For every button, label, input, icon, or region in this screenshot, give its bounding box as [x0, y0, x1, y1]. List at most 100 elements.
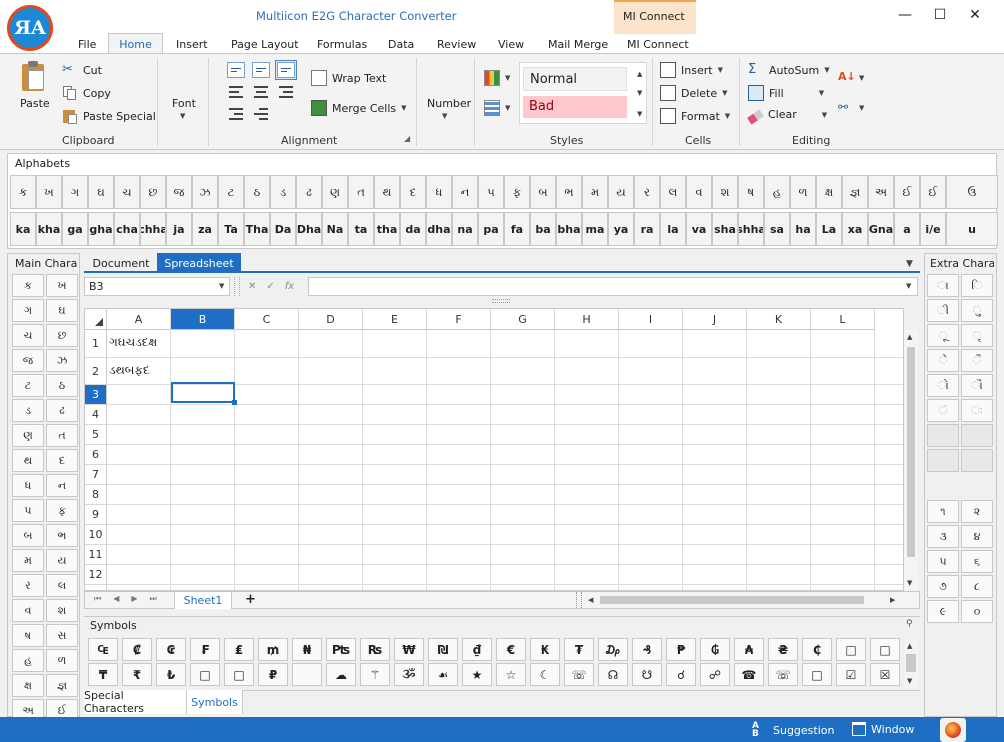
symbol-button[interactable]: ₩ [394, 638, 424, 661]
symbol-button[interactable]: ₥ [258, 638, 288, 661]
symbols-scroll-thumb[interactable] [906, 654, 916, 672]
alphabet-transliteration-button[interactable]: ja [166, 212, 192, 246]
main-character-button[interactable]: છ [46, 324, 78, 347]
alphabet-letter-button[interactable]: ડ [270, 175, 296, 209]
paste-special-button[interactable]: Paste Special [62, 108, 156, 124]
symbol-button[interactable]: □ [870, 638, 900, 661]
symbol-button[interactable]: □ [190, 663, 220, 686]
name-box[interactable]: B3 [84, 277, 230, 296]
extra-character-button[interactable]: ૫ [927, 550, 959, 573]
alphabet-letter-button[interactable]: દ [400, 175, 426, 209]
column-header[interactable]: G [491, 309, 555, 330]
name-box-dropdown-icon[interactable]: ▼ [219, 282, 224, 290]
cell-a1[interactable]: ગઘચડદક્ષ [109, 335, 157, 350]
alphabet-letter-button[interactable]: વ [686, 175, 712, 209]
alphabet-letter-button[interactable]: મ [582, 175, 608, 209]
main-character-button[interactable]: ર [12, 574, 44, 597]
insert-cells-button[interactable]: Insert ▼ [660, 62, 723, 78]
column-header[interactable]: I [619, 309, 683, 330]
maximize-button[interactable]: ☐ [925, 0, 955, 30]
alphabet-letter-button[interactable]: જ્ઞ [842, 175, 868, 209]
cut-button[interactable]: ✂ Cut [62, 62, 102, 78]
tab-symbols[interactable]: Symbols [187, 690, 243, 714]
symbol-button[interactable]: ₴ [768, 638, 798, 661]
main-character-button[interactable]: ળ [46, 649, 78, 672]
minimize-button[interactable]: — [890, 0, 920, 30]
app-logo-icon[interactable]: ЯA [7, 5, 53, 51]
styles-scroll-down-icon[interactable]: ▼ [637, 89, 642, 97]
row-header[interactable]: 12 [85, 565, 107, 585]
alphabet-transliteration-button[interactable]: gha [88, 212, 114, 246]
symbol-button[interactable]: □ [802, 663, 832, 686]
main-character-button[interactable]: જ્ઞ [46, 674, 78, 697]
symbol-button[interactable]: ★ [462, 663, 492, 686]
extra-character-button[interactable]: ૭ [927, 575, 959, 598]
symbol-button[interactable]: ₭ [530, 638, 560, 661]
symbol-button[interactable]: ₮ [564, 638, 594, 661]
main-character-button[interactable]: ઘ [46, 299, 78, 322]
align-center-button[interactable] [250, 82, 272, 102]
extra-character-button[interactable]: ૨ [961, 500, 993, 523]
alphabet-transliteration-button[interactable]: ya [608, 212, 634, 246]
formula-bar-splitter[interactable] [234, 277, 240, 296]
symbol-button[interactable]: ☋ [632, 663, 662, 686]
alphabet-transliteration-button[interactable]: sa [764, 212, 790, 246]
suggestion-button[interactable]: AB Suggestion [752, 722, 835, 739]
symbol-button[interactable]: ☾ [530, 663, 560, 686]
main-character-button[interactable]: ક્ષ [12, 674, 44, 697]
tab-review[interactable]: Review [437, 38, 476, 51]
main-character-button[interactable]: જ [12, 349, 44, 372]
symbol-button[interactable]: ☌ [666, 663, 696, 686]
number-dropdown-icon[interactable]: ▼ [442, 112, 447, 120]
extra-character-button[interactable]: ૪ [961, 525, 993, 548]
window-button[interactable]: Window [852, 722, 914, 736]
font-button[interactable]: Font [172, 97, 196, 110]
alphabet-transliteration-button[interactable]: la [660, 212, 686, 246]
symbol-button[interactable]: ₵ [802, 638, 832, 661]
conditional-formatting-button[interactable]: ▼ [484, 70, 510, 86]
extra-character-button[interactable]: ૧ [927, 500, 959, 523]
alphabet-letter-button[interactable]: ય [608, 175, 634, 209]
main-character-button[interactable]: ખ [46, 274, 78, 297]
alphabet-letter-button[interactable]: ળ [790, 175, 816, 209]
alphabet-transliteration-button[interactable]: bha [556, 212, 582, 246]
alignment-dialog-launcher-icon[interactable]: ◢ [404, 134, 410, 143]
symbol-button[interactable]: ₯ [598, 638, 628, 661]
alphabet-transliteration-button[interactable]: ta [348, 212, 374, 246]
styles-more-icon[interactable]: ▼ [637, 110, 642, 118]
extra-character-blank[interactable] [927, 449, 959, 472]
scroll-down-icon[interactable]: ▼ [907, 579, 912, 587]
extra-character-button[interactable]: ે [927, 349, 959, 372]
tab-home[interactable]: Home [108, 33, 163, 55]
row-header[interactable]: 8 [85, 485, 107, 505]
select-all-corner[interactable] [85, 309, 107, 330]
symbol-button[interactable]: ☙ [428, 663, 458, 686]
main-character-button[interactable]: ષ [12, 624, 44, 647]
font-dropdown-icon[interactable]: ▼ [180, 112, 185, 120]
alphabet-letter-button[interactable]: ઘ [88, 175, 114, 209]
scroll-up-icon[interactable]: ▲ [907, 333, 912, 341]
find-select-button[interactable]: ⚯ ▼ [838, 100, 864, 116]
alphabet-letter-button[interactable]: હ [764, 175, 790, 209]
main-character-button[interactable]: ફ [46, 499, 78, 522]
row-header[interactable]: 3 [85, 385, 107, 405]
extra-character-button[interactable]: ૬ [961, 550, 993, 573]
formula-bar-resize-handle[interactable] [492, 299, 510, 303]
symbol-button[interactable]: ૐ [394, 663, 424, 686]
column-header[interactable]: L [811, 309, 875, 330]
symbol-button[interactable]: ☏ [564, 663, 594, 686]
alphabet-transliteration-button[interactable]: chha [140, 212, 166, 246]
alphabet-letter-button[interactable]: ફ [504, 175, 530, 209]
scroll-right-icon[interactable]: ▶ [890, 596, 895, 604]
align-right-button[interactable] [275, 82, 297, 102]
main-character-button[interactable]: પ [12, 499, 44, 522]
main-character-button[interactable]: ટ [12, 374, 44, 397]
alphabet-letter-button[interactable]: ઢ [296, 175, 322, 209]
symbol-button[interactable]: ₺ [156, 663, 186, 686]
main-character-button[interactable]: ઢ [46, 399, 78, 422]
alphabet-transliteration-button[interactable]: ma [582, 212, 608, 246]
alphabet-letter-button[interactable]: પ [478, 175, 504, 209]
cell-a2[interactable]: ડથબફદ [109, 363, 150, 378]
symbol-button[interactable]: ☑ [836, 663, 866, 686]
alphabet-letter-button[interactable]: લ [660, 175, 686, 209]
